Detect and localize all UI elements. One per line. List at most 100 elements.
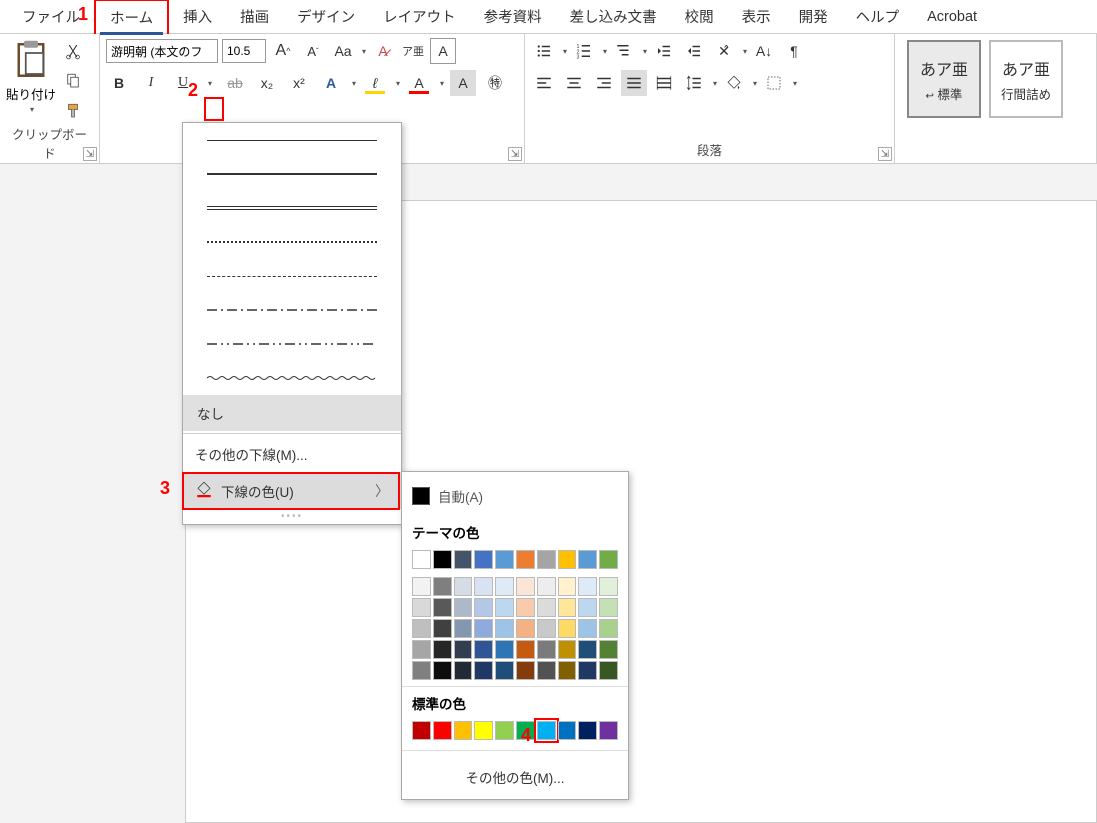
standard-color-swatch[interactable] bbox=[474, 721, 493, 740]
standard-color-swatch[interactable] bbox=[495, 721, 514, 740]
theme-shade-swatch[interactable] bbox=[495, 640, 514, 659]
menu-review[interactable]: 校閲 bbox=[671, 0, 728, 33]
enclose-char-icon[interactable]: ㊕ bbox=[482, 70, 508, 96]
theme-shade-swatch[interactable] bbox=[474, 619, 493, 638]
text-direction-icon[interactable]: ✕̂ bbox=[711, 38, 737, 64]
theme-shade-swatch[interactable] bbox=[599, 640, 618, 659]
text-effects-icon[interactable]: A bbox=[318, 70, 344, 96]
theme-shade-swatch[interactable] bbox=[599, 598, 618, 617]
theme-shade-swatch[interactable] bbox=[558, 661, 577, 680]
theme-shade-swatch[interactable] bbox=[516, 577, 535, 596]
theme-shade-swatch[interactable] bbox=[599, 661, 618, 680]
font-size-select[interactable] bbox=[222, 39, 266, 63]
increase-indent-icon[interactable] bbox=[681, 38, 707, 64]
menu-help[interactable]: ヘルプ bbox=[842, 0, 914, 33]
highlight-icon[interactable]: ℓ bbox=[362, 70, 388, 96]
font-dialog-launcher-icon[interactable]: ⇲ bbox=[508, 147, 522, 161]
underline-style-double[interactable] bbox=[183, 191, 401, 225]
theme-shade-swatch[interactable] bbox=[599, 577, 618, 596]
theme-shade-swatch[interactable] bbox=[537, 577, 556, 596]
theme-shade-swatch[interactable] bbox=[454, 661, 473, 680]
decrease-font-icon[interactable]: Aˇ bbox=[300, 38, 326, 64]
style-normal[interactable]: あア亜 ↩ 標準 bbox=[907, 40, 981, 118]
theme-shade-swatch[interactable] bbox=[433, 577, 452, 596]
theme-shade-swatch[interactable] bbox=[474, 598, 493, 617]
char-shading-icon[interactable]: A bbox=[450, 70, 476, 96]
standard-color-swatch[interactable] bbox=[454, 721, 473, 740]
theme-color-swatch[interactable] bbox=[495, 550, 514, 569]
italic-button[interactable]: I bbox=[138, 70, 164, 96]
theme-shade-swatch[interactable] bbox=[578, 661, 597, 680]
strikethrough-button[interactable]: ab bbox=[222, 70, 248, 96]
underline-none[interactable]: なし bbox=[183, 395, 401, 431]
menu-developer[interactable]: 開発 bbox=[785, 0, 842, 33]
underline-style-single[interactable] bbox=[183, 123, 401, 157]
clear-format-icon[interactable]: A̷ bbox=[370, 38, 396, 64]
theme-shade-swatch[interactable] bbox=[578, 577, 597, 596]
theme-shade-swatch[interactable] bbox=[558, 640, 577, 659]
menu-design[interactable]: デザイン bbox=[283, 0, 369, 33]
theme-color-swatch[interactable] bbox=[454, 550, 473, 569]
sort-icon[interactable]: A↓ bbox=[751, 38, 777, 64]
copy-icon[interactable] bbox=[60, 68, 86, 94]
underline-dropdown-icon[interactable]: ▾ bbox=[202, 70, 216, 96]
theme-shade-swatch[interactable] bbox=[433, 640, 452, 659]
theme-shade-swatch[interactable] bbox=[454, 598, 473, 617]
align-center-icon[interactable] bbox=[561, 70, 587, 96]
theme-shade-swatch[interactable] bbox=[578, 619, 597, 638]
theme-shade-swatch[interactable] bbox=[412, 619, 431, 638]
underline-style-wave[interactable] bbox=[183, 361, 401, 395]
menu-mailings[interactable]: 差し込み文書 bbox=[556, 0, 671, 33]
theme-shade-swatch[interactable] bbox=[495, 577, 514, 596]
theme-color-swatch[interactable] bbox=[516, 550, 535, 569]
theme-shade-swatch[interactable] bbox=[495, 598, 514, 617]
theme-shade-swatch[interactable] bbox=[433, 661, 452, 680]
theme-shade-swatch[interactable] bbox=[537, 661, 556, 680]
borders-icon[interactable] bbox=[761, 70, 787, 96]
theme-shade-swatch[interactable] bbox=[412, 661, 431, 680]
paragraph-dialog-launcher-icon[interactable]: ⇲ bbox=[878, 147, 892, 161]
multilevel-list-icon[interactable] bbox=[611, 38, 637, 64]
theme-color-swatch[interactable] bbox=[412, 550, 431, 569]
paste-dropdown-icon[interactable]: ▾ bbox=[30, 105, 34, 114]
show-marks-icon[interactable]: ¶ bbox=[781, 38, 807, 64]
phonetic-guide-icon[interactable]: ア亜 bbox=[400, 38, 426, 64]
theme-color-swatch[interactable] bbox=[474, 550, 493, 569]
more-colors[interactable]: その他の色(M)... bbox=[412, 757, 618, 791]
theme-color-swatch[interactable] bbox=[433, 550, 452, 569]
theme-shade-swatch[interactable] bbox=[516, 640, 535, 659]
theme-shade-swatch[interactable] bbox=[433, 619, 452, 638]
format-painter-icon[interactable] bbox=[60, 98, 86, 124]
theme-shade-swatch[interactable] bbox=[516, 661, 535, 680]
theme-shade-swatch[interactable] bbox=[412, 640, 431, 659]
shading-icon[interactable] bbox=[721, 70, 747, 96]
decrease-indent-icon[interactable] bbox=[651, 38, 677, 64]
theme-shade-swatch[interactable] bbox=[474, 640, 493, 659]
menu-home[interactable]: ホーム bbox=[94, 0, 169, 34]
align-right-icon[interactable] bbox=[591, 70, 617, 96]
style-nospace[interactable]: あア亜 行間詰め bbox=[989, 40, 1063, 118]
line-spacing-icon[interactable] bbox=[681, 70, 707, 96]
cut-icon[interactable] bbox=[60, 38, 86, 64]
theme-shade-swatch[interactable] bbox=[516, 619, 535, 638]
theme-color-swatch[interactable] bbox=[558, 550, 577, 569]
numbering-icon[interactable]: 123 bbox=[571, 38, 597, 64]
theme-shade-swatch[interactable] bbox=[454, 619, 473, 638]
underline-style-dash-dot[interactable] bbox=[183, 293, 401, 327]
font-name-select[interactable] bbox=[106, 39, 218, 63]
theme-shade-swatch[interactable] bbox=[495, 661, 514, 680]
underline-style-dotted[interactable] bbox=[183, 225, 401, 259]
theme-shade-swatch[interactable] bbox=[433, 598, 452, 617]
theme-color-swatch[interactable] bbox=[578, 550, 597, 569]
standard-color-swatch[interactable] bbox=[599, 721, 618, 740]
increase-font-icon[interactable]: A^ bbox=[270, 38, 296, 64]
clipboard-dialog-launcher-icon[interactable]: ⇲ bbox=[83, 147, 97, 161]
subscript-button[interactable]: x₂ bbox=[254, 70, 280, 96]
theme-shade-swatch[interactable] bbox=[537, 619, 556, 638]
theme-shade-swatch[interactable] bbox=[558, 598, 577, 617]
menu-acrobat[interactable]: Acrobat bbox=[913, 3, 991, 31]
superscript-button[interactable]: x² bbox=[286, 70, 312, 96]
justify-icon[interactable] bbox=[621, 70, 647, 96]
theme-shade-swatch[interactable] bbox=[578, 640, 597, 659]
bold-button[interactable]: B bbox=[106, 70, 132, 96]
